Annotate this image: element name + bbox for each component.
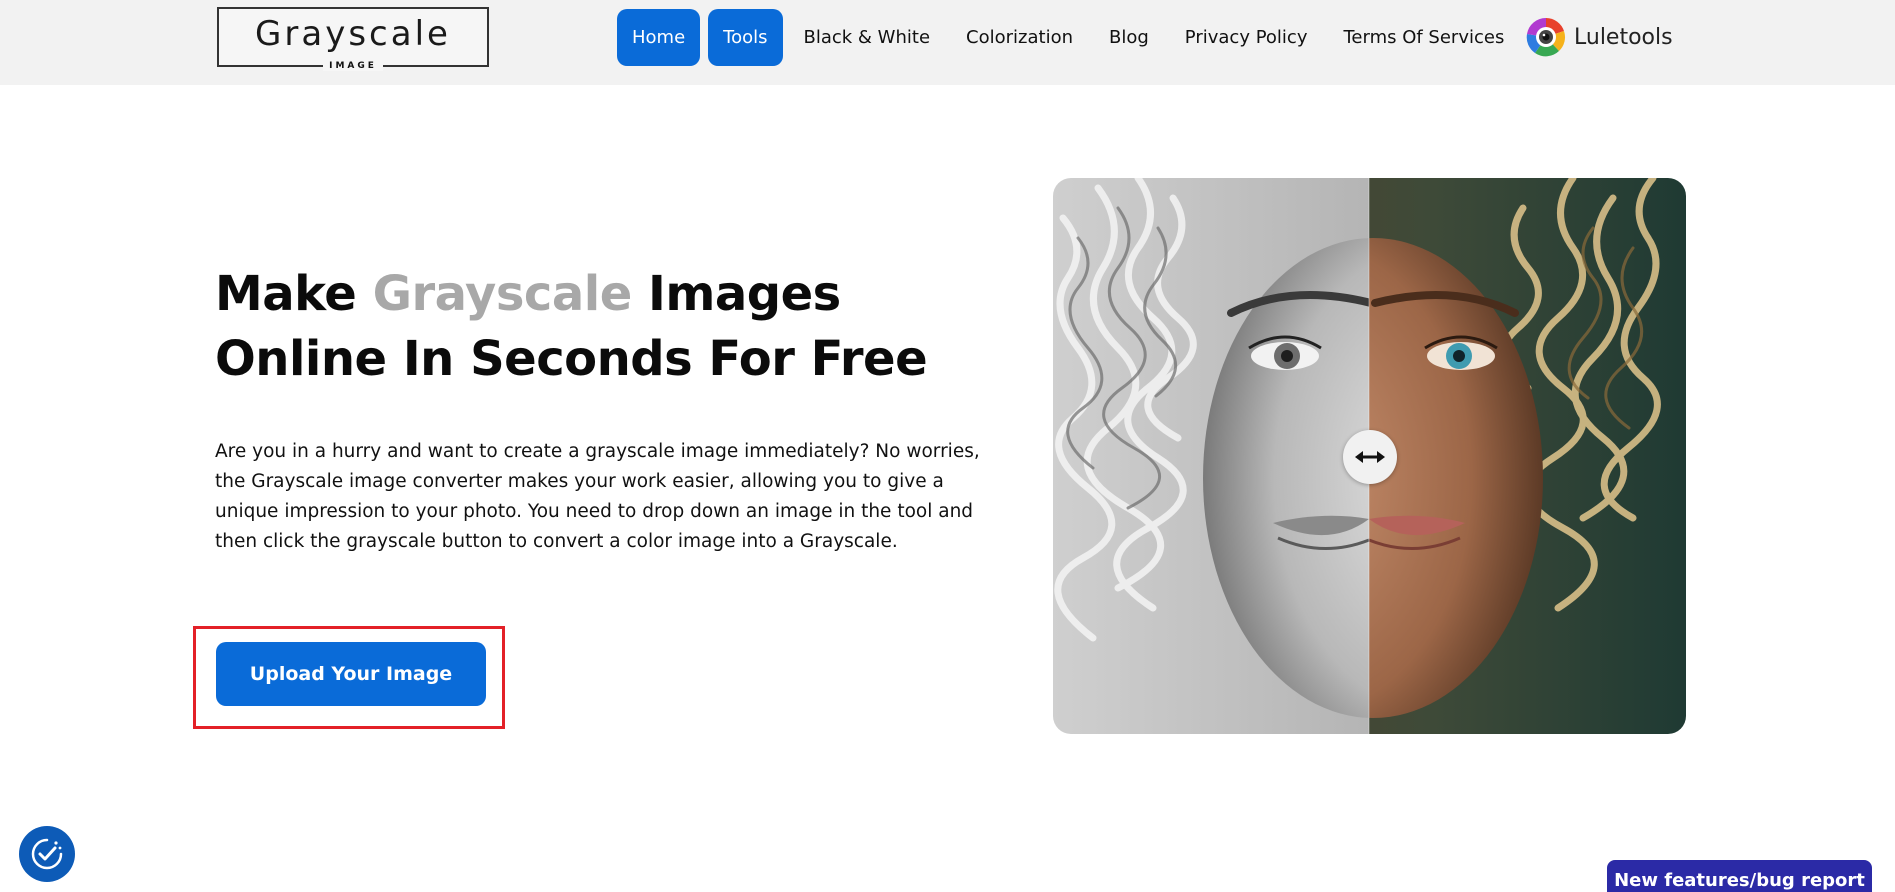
site-header: Grayscale IMAGE Home Tools Black & White…: [0, 0, 1895, 85]
logo-subtitle: IMAGE: [323, 61, 383, 71]
luletools-link[interactable]: Luletools: [1526, 17, 1673, 57]
hero-title-part1: Make: [215, 266, 373, 322]
nav-colorization[interactable]: Colorization: [966, 27, 1073, 48]
accessibility-widget-button[interactable]: [19, 826, 75, 882]
comparison-slider-handle[interactable]: [1343, 430, 1397, 484]
nav-tools[interactable]: Tools: [708, 9, 783, 66]
luletools-label: Luletools: [1574, 24, 1673, 50]
accessibility-check-icon: [31, 838, 63, 870]
double-arrow-icon: [1355, 451, 1385, 463]
hero-title: Make Grayscale Images Online In Seconds …: [215, 262, 975, 392]
grayscale-logo[interactable]: Grayscale IMAGE: [217, 7, 489, 71]
nav-blog[interactable]: Blog: [1109, 27, 1149, 48]
logo-title: Grayscale: [255, 14, 451, 54]
nav-privacy-policy[interactable]: Privacy Policy: [1185, 27, 1308, 48]
nav-black-white[interactable]: Black & White: [804, 27, 931, 48]
luletools-camera-icon: [1526, 17, 1566, 57]
upload-image-button[interactable]: Upload Your Image: [216, 642, 486, 706]
nav-terms-of-services[interactable]: Terms Of Services: [1343, 27, 1504, 48]
hero-title-accent: Grayscale: [372, 266, 633, 322]
nav-home[interactable]: Home: [617, 9, 701, 66]
main-nav: Home Tools Black & White Colorization Bl…: [617, 9, 1540, 66]
new-features-bug-report-button[interactable]: New features/bug report: [1607, 860, 1872, 892]
hero-description: Are you in a hurry and want to create a …: [215, 441, 980, 552]
